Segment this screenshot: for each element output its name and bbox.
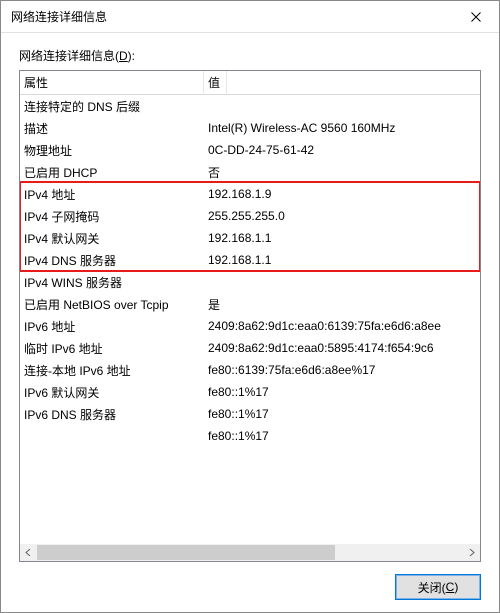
cell-property: 连接特定的 DNS 后缀 [20, 96, 204, 117]
cell-property: IPv4 默认网关 [20, 228, 204, 249]
cell-value: 255.255.255.0 [204, 207, 480, 225]
cell-value: 2409:8a62:9d1c:eaa0:6139:75fa:e6d6:a8ee [204, 317, 480, 335]
cell-property: 临时 IPv6 地址 [20, 338, 204, 359]
dialog-window: 网络连接详细信息 网络连接详细信息(D): 属性 值 连接特定的 DNS 后缀描… [0, 0, 500, 613]
table-row[interactable]: IPv4 WINS 服务器 [20, 271, 480, 293]
cell-property: 描述 [20, 118, 204, 139]
content-area: 网络连接详细信息(D): 属性 值 连接特定的 DNS 后缀描述Intel(R)… [1, 33, 499, 612]
cell-value [204, 104, 480, 108]
cell-value: 2409:8a62:9d1c:eaa0:5895:4174:f654:9c6 [204, 339, 480, 357]
details-label-suffix: ): [128, 49, 135, 63]
table-row[interactable]: 物理地址0C-DD-24-75-61-42 [20, 139, 480, 161]
header-value[interactable]: 值 [204, 70, 227, 95]
table-body: 连接特定的 DNS 后缀描述Intel(R) Wireless-AC 9560 … [20, 95, 480, 544]
cell-property [20, 434, 204, 438]
cell-value: 192.168.1.9 [204, 185, 480, 203]
scroll-left-button[interactable] [20, 544, 37, 561]
cell-property: IPv6 地址 [20, 316, 204, 337]
table-row[interactable]: 连接-本地 IPv6 地址fe80::6139:75fa:e6d6:a8ee%1… [20, 359, 480, 381]
cell-value [204, 280, 480, 284]
cell-property: 已启用 DHCP [20, 162, 204, 183]
close-button-suffix: ) [454, 580, 458, 594]
table-row[interactable]: IPv6 默认网关fe80::1%17 [20, 381, 480, 403]
table-row[interactable]: 已启用 DHCP否 [20, 161, 480, 183]
details-label-text: 网络连接详细信息( [19, 49, 119, 63]
cell-property: 连接-本地 IPv6 地址 [20, 360, 204, 381]
details-label: 网络连接详细信息(D): [19, 47, 481, 64]
table-row[interactable]: IPv4 默认网关192.168.1.1 [20, 227, 480, 249]
table-row[interactable]: IPv4 子网掩码255.255.255.0 [20, 205, 480, 227]
details-label-key: D [119, 49, 128, 63]
cell-value: 0C-DD-24-75-61-42 [204, 141, 480, 159]
close-button[interactable]: 关闭(C) [395, 574, 481, 600]
close-window-button[interactable] [453, 1, 499, 32]
cell-property: IPv4 地址 [20, 184, 204, 205]
close-button-key: C [446, 580, 455, 594]
scroll-right-button[interactable] [463, 544, 480, 561]
table-row[interactable]: fe80::1%17 [20, 425, 480, 447]
table-row[interactable]: IPv4 DNS 服务器192.168.1.1 [20, 249, 480, 271]
chevron-left-icon [25, 549, 32, 556]
cell-value: 192.168.1.1 [204, 229, 480, 247]
cell-value: 否 [204, 162, 480, 183]
cell-value: fe80::1%17 [204, 383, 480, 401]
cell-value: Intel(R) Wireless-AC 9560 160MHz [204, 119, 480, 137]
table-row[interactable]: IPv6 DNS 服务器fe80::1%17 [20, 403, 480, 425]
table-row[interactable]: 临时 IPv6 地址2409:8a62:9d1c:eaa0:5895:4174:… [20, 337, 480, 359]
cell-value: 是 [204, 294, 480, 315]
cell-property: IPv4 WINS 服务器 [20, 272, 204, 293]
table-row[interactable]: 连接特定的 DNS 后缀 [20, 95, 480, 117]
cell-value: 192.168.1.1 [204, 251, 480, 269]
cell-property: IPv4 DNS 服务器 [20, 250, 204, 271]
cell-value: fe80::1%17 [204, 405, 480, 423]
button-bar: 关闭(C) [19, 562, 481, 600]
cell-property: 已启用 NetBIOS over Tcpip [20, 294, 204, 315]
cell-value: fe80::1%17 [204, 427, 480, 445]
scroll-thumb[interactable] [37, 545, 335, 560]
header-property[interactable]: 属性 [20, 70, 204, 95]
close-button-prefix: 关闭( [418, 579, 446, 596]
cell-value: fe80::6139:75fa:e6d6:a8ee%17 [204, 361, 480, 379]
close-icon [471, 12, 481, 22]
table-row[interactable]: IPv6 地址2409:8a62:9d1c:eaa0:6139:75fa:e6d… [20, 315, 480, 337]
scroll-track[interactable] [37, 544, 463, 561]
cell-property: IPv6 默认网关 [20, 382, 204, 403]
cell-property: 物理地址 [20, 140, 204, 161]
table-row[interactable]: 描述Intel(R) Wireless-AC 9560 160MHz [20, 117, 480, 139]
details-table: 属性 值 连接特定的 DNS 后缀描述Intel(R) Wireless-AC … [19, 70, 481, 562]
chevron-right-icon [468, 549, 475, 556]
cell-property: IPv6 DNS 服务器 [20, 404, 204, 425]
window-title: 网络连接详细信息 [11, 8, 107, 25]
cell-property: IPv4 子网掩码 [20, 206, 204, 227]
table-row[interactable]: 已启用 NetBIOS over Tcpip是 [20, 293, 480, 315]
table-header-row: 属性 值 [20, 71, 480, 95]
horizontal-scrollbar[interactable] [20, 544, 480, 561]
table-row[interactable]: IPv4 地址192.168.1.9 [20, 183, 480, 205]
titlebar: 网络连接详细信息 [1, 1, 499, 33]
